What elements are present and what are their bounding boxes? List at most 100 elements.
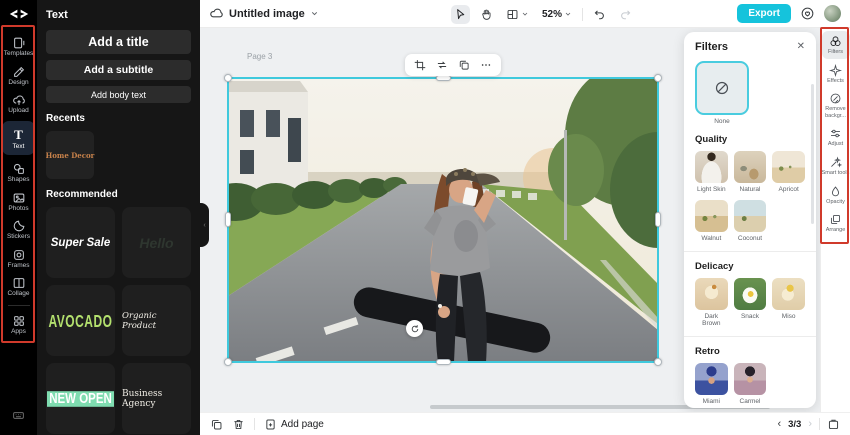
delete-page-button[interactable] [232,418,245,431]
resize-handle-bottom-right[interactable] [654,358,662,366]
tool-filters[interactable]: Filters [821,31,850,59]
text-icon: T [14,126,23,142]
close-icon[interactable]: ✕ [797,42,805,52]
resize-handle-bottom[interactable] [436,359,451,365]
filter-option[interactable]: Carmel [733,363,767,405]
sidebar-item-shapes[interactable]: Shapes [2,159,35,186]
sidebar-item-templates[interactable]: Templates [2,33,35,60]
selected-image[interactable] [224,74,662,366]
duplicate-button[interactable] [458,59,470,71]
effects-icon [829,63,842,77]
add-body-text-button[interactable]: Add body text [46,86,191,103]
filter-option[interactable]: Walnut [695,200,728,242]
chevron-down-icon [565,12,571,16]
recommended-grid: Super Sale Hello AVOCADO Organic Product… [46,207,191,435]
tool-arrange[interactable]: Arrange [822,209,850,237]
text-template-tile[interactable]: Business Agency [122,363,191,434]
export-button[interactable]: Export [737,4,791,23]
document-title[interactable]: Untitled image [229,8,305,20]
text-template-tile[interactable]: Organic Product [122,285,191,356]
sidebar-item-photos[interactable]: Photos [2,188,35,215]
feedback-badge-icon[interactable] [800,6,815,21]
rail-divider [7,304,30,306]
rotate-handle[interactable] [406,320,423,337]
topbar-right: Export [737,4,841,23]
sidebar-item-stickers[interactable]: Stickers [2,216,35,243]
sidebar-item-text[interactable]: T Text [2,120,35,155]
rotate-icon [411,324,418,332]
smart-tools-icon [831,156,842,168]
panel-collapse-handle[interactable]: ‹ [200,203,209,247]
filter-option[interactable]: Apricot [772,151,805,193]
left-rail: Templates Design Upload T Text Shapes Ph… [0,0,37,435]
sidebar-item-apps[interactable]: Apps [2,311,35,338]
resize-handle-top-right[interactable] [654,74,662,82]
undo-button[interactable] [590,5,609,24]
crop-button[interactable] [414,59,426,71]
text-template-tile[interactable]: Hello [122,207,191,278]
add-page-button[interactable]: Add page [264,418,324,431]
select-tool-button[interactable] [451,4,470,24]
more-options-button[interactable] [480,59,492,71]
tool-opacity[interactable]: Opacity [822,181,850,209]
text-template-tile[interactable]: Super Sale [46,207,115,278]
tool-remove-background[interactable]: Remove backgr... [822,88,850,122]
sidebar-item-frames[interactable]: Frames [2,245,35,272]
cloud-save-icon[interactable] [209,6,224,21]
tool-smart-tools[interactable]: Smart tools [822,152,850,180]
add-subtitle-button[interactable]: Add a subtitle [46,60,191,80]
filters-panel-title: Filters [695,41,729,53]
filter-section-title: Quality [695,134,728,145]
photos-icon [13,193,24,202]
filter-option[interactable]: Dark Brown [695,278,728,327]
top-toolbar: Untitled image 52% Export [200,0,850,28]
filter-option[interactable]: Snack [733,278,767,327]
sidebar-item-collage[interactable]: Collage [2,273,35,300]
recent-text-item[interactable]: Home Decor [46,131,94,179]
filter-option[interactable]: Coconut [733,200,767,242]
add-title-button[interactable]: Add a title [46,30,191,54]
sidebar-item-upload[interactable]: Upload [2,90,35,117]
text-template-tile[interactable]: NEW OPEN [46,363,115,434]
left-column: Templates Design Upload T Text Shapes Ph… [0,0,200,435]
zoom-level-control[interactable]: 52% [539,6,575,23]
panel-scrollbar[interactable] [811,84,814,224]
redo-button[interactable] [616,5,635,24]
resize-handle-right[interactable] [655,212,661,227]
sidebar-item-label: Apps [11,327,26,335]
filter-option[interactable]: Natural [733,151,767,193]
keyboard-shortcuts-button[interactable] [12,409,25,422]
adjust-icon [831,130,840,138]
capcut-logo-icon[interactable] [6,5,32,23]
sidebar-item-label: Shapes [7,176,30,183]
filter-none-option[interactable]: None [695,61,749,125]
text-panel-title: Text [46,9,68,21]
filter-option[interactable]: Light Skin [695,151,728,193]
filters-icon [830,36,841,47]
layout-tool-button[interactable] [503,5,532,24]
chevron-down-icon[interactable] [310,9,319,18]
main-area: Untitled image 52% Export Page 3 ‹ Filte… [200,0,850,435]
board-view-button[interactable] [827,418,840,431]
tool-adjust[interactable]: Adjust [822,123,850,151]
page-indicator: 3/3 [788,418,802,430]
hand-tool-button[interactable] [477,5,496,24]
previous-page-button[interactable]: ‹ [777,418,781,430]
resize-handle-bottom-left[interactable] [224,358,232,366]
filter-option[interactable]: Miami [695,363,728,405]
text-template-tile[interactable]: AVOCADO [46,285,115,356]
sidebar-item-design[interactable]: Design [2,62,35,89]
tool-effects[interactable]: Effects [822,60,850,88]
next-page-button[interactable]: › [808,418,812,430]
duplicate-page-button[interactable] [210,418,223,431]
resize-handle-top-left[interactable] [224,74,232,82]
chevron-down-icon [522,12,528,16]
sidebar-item-label: Stickers [6,233,31,240]
filter-option[interactable]: Miso [772,278,805,327]
replace-image-button[interactable] [436,59,448,71]
sidebar-item-label: Collage [7,290,30,297]
sidebar-item-label: Frames [7,261,30,269]
resize-handle-left[interactable] [225,212,231,227]
add-page-icon [266,419,275,429]
user-avatar[interactable] [824,5,841,22]
